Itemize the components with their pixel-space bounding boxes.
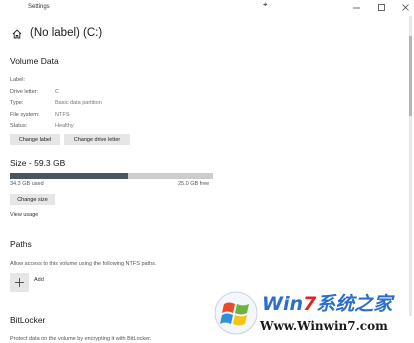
home-button[interactable] [11, 26, 22, 42]
maximize-button[interactable] [370, 1, 392, 13]
change-label-button[interactable]: Change label [10, 134, 60, 145]
home-icon [11, 29, 22, 40]
maximize-icon [377, 3, 385, 11]
minimize-button[interactable] [345, 1, 367, 13]
file-system-label: File system: [10, 112, 40, 118]
scrollbar-thumb[interactable] [409, 36, 412, 116]
drive-letter-value: C [55, 89, 59, 95]
usage-bar [10, 173, 213, 179]
bitlocker-description: Protect data on the volume by encrypting… [10, 336, 152, 342]
close-icon [401, 3, 409, 11]
used-text: 34.3 GB used [10, 181, 44, 187]
window-title: Settings [28, 4, 50, 10]
type-label: Type: [10, 100, 24, 106]
volume-data-heading: Volume Data [10, 56, 59, 66]
paths-heading: Paths [10, 239, 32, 249]
file-system-value: NTFS [55, 112, 70, 118]
status-label: Status: [10, 123, 28, 129]
change-size-button[interactable]: Change size [10, 194, 55, 205]
watermark-title: Win7系统之家 [262, 293, 393, 315]
drive-letter-label: Drive letter: [10, 89, 39, 95]
size-heading: Size - 59.3 GB [10, 158, 66, 168]
add-path-button[interactable] [10, 273, 29, 292]
label-property-label: Label: [10, 77, 25, 83]
minimize-icon [352, 7, 360, 8]
usage-bar-used [10, 173, 128, 179]
add-path-label[interactable]: Add [34, 277, 44, 283]
type-value: Basic data partition [55, 100, 102, 106]
status-value: Healthy [55, 123, 74, 129]
change-drive-letter-button[interactable]: Change drive letter [64, 134, 130, 145]
page-title: (No label) (C:) [30, 27, 103, 39]
plus-icon [15, 278, 24, 287]
title-bar: Settings ⌖ [0, 0, 414, 16]
close-button[interactable] [394, 1, 414, 13]
mouse-cursor-icon: ⌖ [263, 0, 268, 9]
bitlocker-heading: BitLocker [10, 315, 46, 325]
paths-description: Allow access to this volume using the fo… [10, 261, 157, 267]
watermark: Win7系统之家 Www.Winwin7.com [214, 287, 414, 343]
windows-logo-icon [214, 291, 258, 335]
free-text: 25.0 GB free [178, 181, 210, 187]
watermark-url: Www.Winwin7.com [260, 319, 388, 333]
scrollbar[interactable] [409, 16, 412, 316]
view-usage-link[interactable]: View usage [10, 212, 38, 218]
